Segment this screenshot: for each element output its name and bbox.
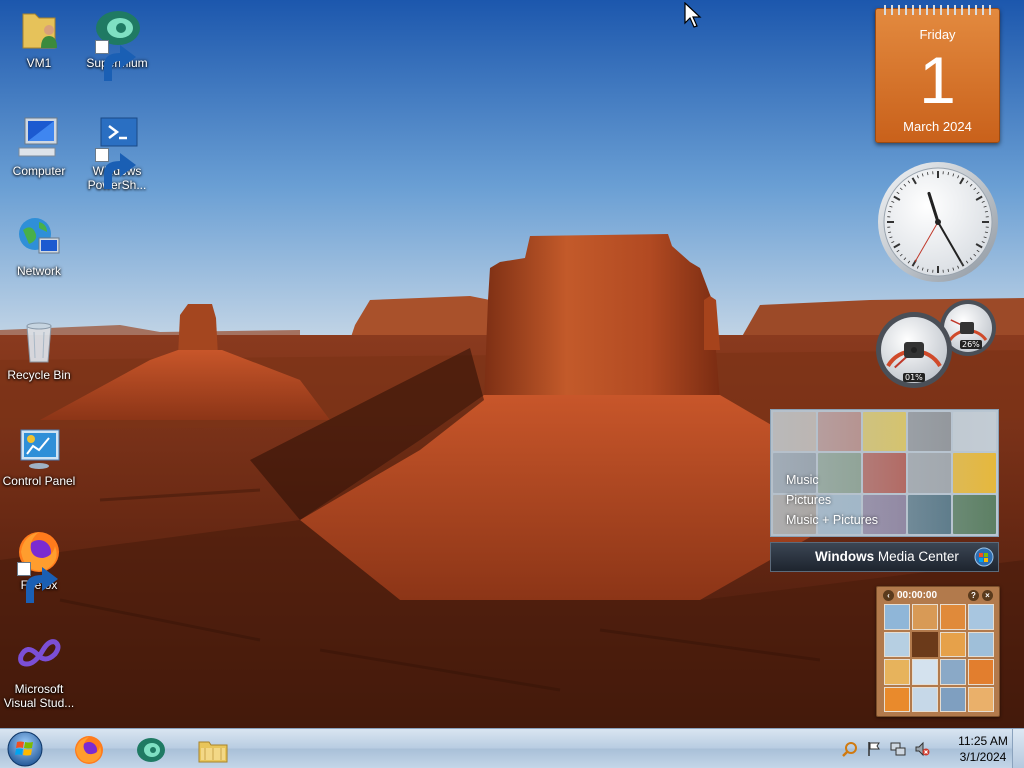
shortcut-arrow-icon (17, 562, 58, 603)
desktop-icon-firefox[interactable]: Firefox (0, 528, 78, 603)
calendar-month-year: March 2024 (903, 119, 972, 134)
puzzle-help-icon[interactable]: ? (968, 590, 979, 601)
user-folder-icon (15, 6, 63, 54)
visual-studio-icon (15, 632, 63, 680)
start-button[interactable] (5, 731, 45, 767)
media-center-menu: Music Pictures Music + Pictures (786, 470, 878, 530)
media-center-launch-bar[interactable]: Windows Media Center (770, 542, 999, 572)
desktop-icon-label: Network (16, 264, 61, 278)
puzzle-empty-slot (912, 631, 938, 657)
media-center-brand-bold: Windows (815, 549, 875, 564)
shortcut-arrow-icon (95, 40, 136, 81)
puzzle-tile[interactable] (912, 686, 938, 712)
puzzle-tile[interactable] (940, 659, 966, 685)
puzzle-tile[interactable] (968, 686, 994, 712)
firefox-icon (15, 528, 63, 603)
calendar-binding-rings (884, 5, 991, 15)
desktop-icon-vm1[interactable]: VM1 (0, 6, 78, 70)
puzzle-tile[interactable] (940, 686, 966, 712)
supermium-icon (93, 6, 141, 81)
volume-muted-icon[interactable] (914, 741, 930, 757)
windows-orb-icon (7, 731, 43, 767)
action-center-flag-icon[interactable] (866, 741, 882, 757)
taskbar-time: 11:25 AM (958, 734, 1008, 748)
computer-icon (15, 114, 63, 162)
shortcut-arrow-icon (95, 148, 136, 189)
media-menu-item-music-pictures[interactable]: Music + Pictures (786, 510, 878, 530)
desktop-icon-label: Microsoft Visual Stud... (3, 682, 75, 710)
desktop-wallpaper (0, 0, 1024, 728)
control-panel-icon (15, 424, 63, 472)
taskbar-clock[interactable]: 11:25 AM 3/1/2024 (948, 733, 1018, 765)
media-menu-item-pictures[interactable]: Pictures (786, 490, 878, 510)
puzzle-tile[interactable] (884, 631, 910, 657)
supermium-icon (137, 738, 165, 762)
firefox-icon (75, 736, 103, 764)
puzzle-tile[interactable] (968, 631, 994, 657)
desktop-icon-label: Control Panel (2, 474, 76, 488)
network-icon[interactable] (890, 741, 906, 757)
system-tray: 11:25 AM 3/1/2024 (836, 729, 1016, 768)
media-center-brand: Windows Media Center (815, 543, 959, 571)
puzzle-close-icon[interactable]: × (982, 590, 993, 601)
puzzle-tile[interactable] (940, 631, 966, 657)
recycle-bin-icon (15, 318, 63, 366)
picture-puzzle-gadget[interactable]: ‹ 00:00:00 ? × (876, 586, 1000, 717)
desktop-icon-powershell[interactable]: Windows PowerSh... (78, 114, 156, 192)
desktop-icon-recycle-bin[interactable]: Recycle Bin (0, 318, 78, 382)
analog-clock-face (878, 162, 998, 282)
puzzle-tile[interactable] (912, 604, 938, 630)
media-center-brand-regular: Media Center (874, 549, 959, 564)
desktop-icon-control-panel[interactable]: Control Panel (0, 424, 78, 488)
network-globe-icon (15, 214, 63, 262)
taskbar-date: 3/1/2024 (959, 750, 1007, 764)
media-center-orb-icon (974, 547, 994, 567)
puzzle-toolbar: ‹ 00:00:00 ? × (881, 589, 995, 603)
cpu-meter-gadget[interactable]: 01% 26% (874, 300, 1000, 390)
taskbar-item-firefox[interactable] (60, 730, 118, 768)
desktop-icon-supermium[interactable]: Supermium (78, 6, 156, 81)
puzzle-tile[interactable] (968, 604, 994, 630)
calendar-weekday: Friday (919, 27, 956, 42)
puzzle-back-icon[interactable]: ‹ (883, 590, 894, 601)
powershell-icon (93, 114, 141, 189)
puzzle-tile[interactable] (884, 604, 910, 630)
calendar-day: 1 (919, 43, 956, 117)
desktop-icon-label: Recycle Bin (7, 368, 71, 382)
calendar-gadget[interactable]: Friday 1 March 2024 (875, 5, 1000, 143)
taskbar-item-file-explorer[interactable] (184, 730, 242, 768)
puzzle-tile[interactable] (940, 604, 966, 630)
memory-usage-label: 26% (960, 340, 982, 349)
desktop-icon-visual-studio[interactable]: Microsoft Visual Stud... (0, 632, 78, 710)
taskbar-item-supermium[interactable] (122, 730, 180, 768)
puzzle-tile[interactable] (884, 659, 910, 685)
folder-icon (198, 741, 228, 763)
puzzle-tile[interactable] (968, 659, 994, 685)
taskbar: 11:25 AM 3/1/2024 (0, 728, 1024, 768)
puzzle-timer: 00:00:00 (897, 590, 938, 601)
puzzle-tile[interactable] (884, 686, 910, 712)
cpu-usage-label: 01% (903, 373, 925, 382)
desktop-icon-network[interactable]: Network (0, 214, 78, 278)
desktop-icon-label: VM1 (26, 56, 52, 70)
media-center-gadget[interactable]: Music Pictures Music + Pictures (770, 409, 999, 537)
clock-gadget[interactable] (876, 160, 1000, 284)
desktop-icon-label: Computer (12, 164, 66, 178)
show-desktop-button[interactable] (1012, 729, 1024, 768)
puzzle-grid (884, 604, 994, 712)
media-menu-item-music[interactable]: Music (786, 470, 878, 490)
search-icon[interactable] (842, 741, 858, 757)
puzzle-tile[interactable] (912, 659, 938, 685)
mouse-cursor-icon (684, 2, 702, 28)
desktop-icon-computer[interactable]: Computer (0, 114, 78, 178)
